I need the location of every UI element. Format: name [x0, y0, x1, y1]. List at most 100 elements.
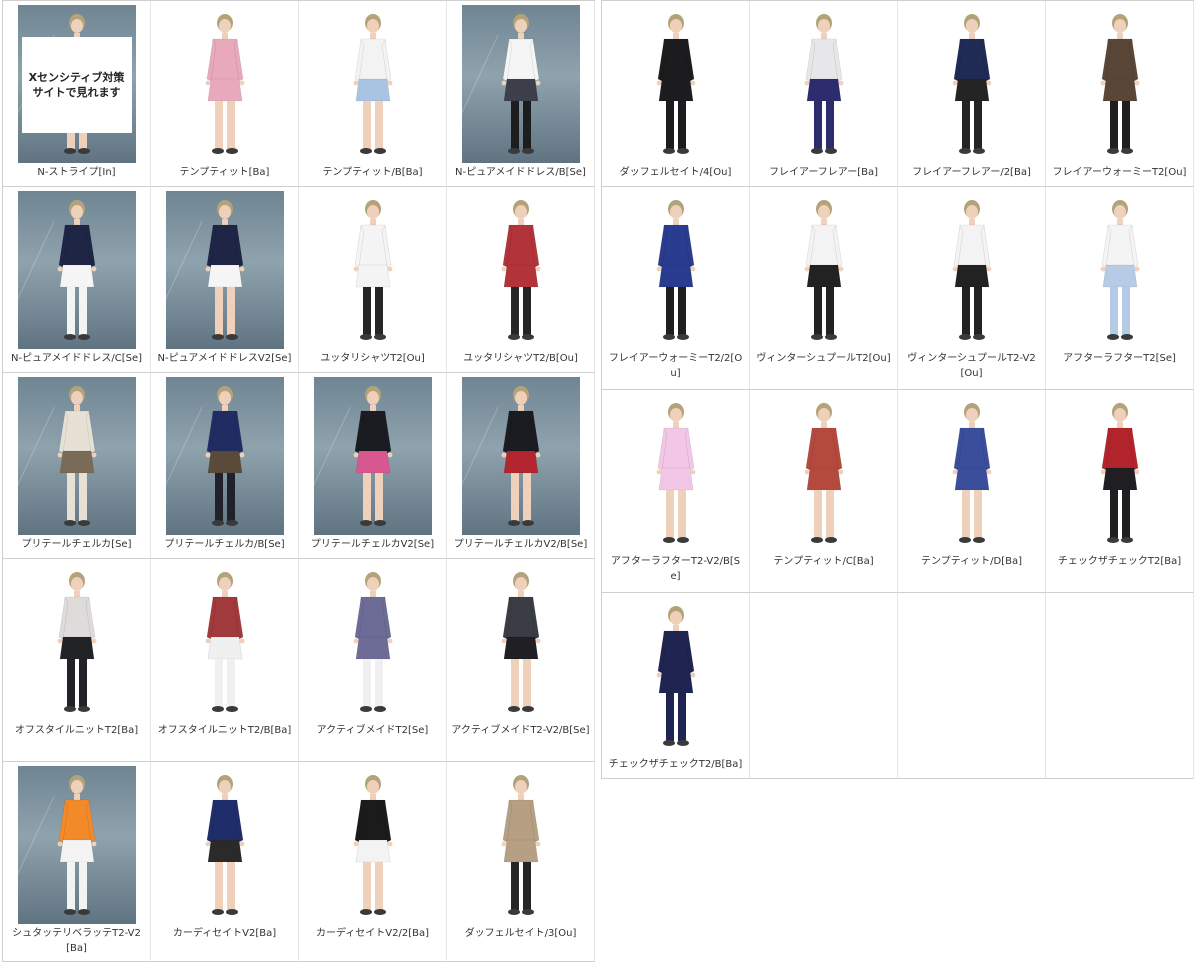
costume-cell[interactable]: プリテールチェルカ/B[Se] — [151, 373, 299, 559]
costume-thumbnail[interactable] — [165, 563, 284, 721]
costume-cell[interactable]: プリテールチェルカ[Se] — [3, 373, 151, 559]
costume-thumbnail[interactable]: Xセンシティブ対策 サイトで見れます — [17, 5, 136, 163]
costume-thumbnail[interactable] — [912, 191, 1031, 349]
costume-name: カーディセイトV2[Ba] — [172, 928, 277, 939]
costume-thumbnail[interactable] — [616, 5, 735, 163]
costume-cell[interactable]: フレイアーフレアー/2[Ba] — [898, 1, 1046, 187]
character-figure — [57, 572, 96, 712]
costume-thumbnail[interactable] — [17, 377, 136, 535]
costume-cell[interactable]: ユッタリシャツT2/B[Ou] — [447, 187, 595, 373]
character-figure — [804, 14, 843, 154]
costume-cell[interactable]: ダッフェルセイト/3[Ou] — [447, 762, 595, 962]
costume-name: フレイアーフレアー[Ba] — [769, 167, 878, 178]
character-figure — [501, 200, 540, 340]
costume-name: オフスタイルニットT2/B[Ba] — [157, 725, 292, 736]
costume-cell[interactable]: アフターラフターT2-V2/B[Se] — [602, 390, 750, 593]
costume-cell[interactable]: チェックザチェックT2[Ba] — [1046, 390, 1194, 593]
character-figure — [501, 572, 540, 712]
costume-name: N-ピュアメイドドレス/B[Se] — [455, 167, 586, 178]
costume-thumbnail[interactable] — [165, 377, 284, 535]
costume-thumbnail[interactable] — [17, 563, 136, 721]
character-figure — [656, 14, 695, 154]
costume-cell[interactable]: シュタッテリベラッテT2-V2[Ba] — [3, 762, 151, 962]
character-figure — [804, 403, 843, 543]
costume-cell[interactable]: ユッタリシャツT2[Ou] — [299, 187, 447, 373]
costume-cell[interactable]: アクティブメイドT2-V2/B[Se] — [447, 559, 595, 762]
costume-cell[interactable]: カーディセイトV2/2[Ba] — [299, 762, 447, 962]
costume-thumbnail[interactable] — [461, 563, 580, 721]
costume-cell[interactable]: N-ピュアメイドドレス/B[Se] — [447, 1, 595, 187]
costume-name: テンプティット/D[Ba] — [921, 556, 1022, 567]
costume-thumbnail[interactable] — [764, 5, 883, 163]
costume-cell[interactable]: ヴィンターシュプールT2-V2[Ou] — [898, 187, 1046, 390]
costume-thumbnail[interactable] — [616, 394, 735, 552]
character-figure — [205, 14, 244, 154]
costume-thumbnail[interactable] — [912, 5, 1031, 163]
costume-cell[interactable]: アフターラフターT2[Se] — [1046, 187, 1194, 390]
costume-cell[interactable]: N-ピュアメイドドレス/C[Se] — [3, 187, 151, 373]
costume-name: シュタッテリベラッテT2-V2[Ba] — [12, 928, 141, 954]
costume-name: カーディセイトV2/2[Ba] — [315, 928, 430, 939]
costume-cell[interactable]: ヴィンターシュプールT2[Ou] — [750, 187, 898, 390]
costume-thumbnail[interactable] — [165, 766, 284, 924]
costume-row: Xセンシティブ対策 サイトで見れます N-ストライプ[In] テンプティット[Ba… — [3, 1, 595, 187]
costume-thumbnail[interactable] — [1060, 5, 1179, 163]
costume-thumbnail[interactable] — [616, 191, 735, 349]
costume-thumbnail[interactable] — [1060, 394, 1179, 552]
costume-thumbnail[interactable] — [17, 766, 136, 924]
costume-name: N-ピュアメイドドレスV2[Se] — [157, 353, 292, 364]
costume-cell[interactable]: Xセンシティブ対策 サイトで見れます N-ストライプ[In] — [3, 1, 151, 187]
costume-thumbnail[interactable] — [313, 563, 432, 721]
costume-thumbnail[interactable] — [313, 377, 432, 535]
costume-row: N-ピュアメイドドレス/C[Se] N-ピュアメイドドレスV2[Se] ユッタリ… — [3, 187, 595, 373]
costume-cell[interactable]: テンプティット/C[Ba] — [750, 390, 898, 593]
costume-thumbnail[interactable] — [313, 5, 432, 163]
costume-thumbnail[interactable] — [17, 191, 136, 349]
costume-name: フレイアーウォーミーT2/2[Ou] — [608, 353, 743, 379]
costume-name: N-ピュアメイドドレス/C[Se] — [10, 353, 143, 364]
costume-cell[interactable]: プリテールチェルカV2[Se] — [299, 373, 447, 559]
costume-thumbnail[interactable] — [912, 394, 1031, 552]
costume-cell[interactable]: アクティブメイドT2[Se] — [299, 559, 447, 762]
costume-thumbnail[interactable] — [461, 377, 580, 535]
costume-name: アクティブメイドT2-V2/B[Se] — [451, 725, 590, 736]
character-figure — [205, 572, 244, 712]
costume-row: プリテールチェルカ[Se] プリテールチェルカ/B[Se] プリテールチェルカV… — [3, 373, 595, 559]
character-figure — [501, 14, 540, 154]
costume-cell[interactable]: フレイアーウォーミーT2/2[Ou] — [602, 187, 750, 390]
costume-thumbnail[interactable] — [461, 766, 580, 924]
costume-thumbnail[interactable] — [1060, 191, 1179, 349]
costume-name: フレイアーフレアー/2[Ba] — [912, 167, 1031, 178]
costume-cell[interactable]: オフスタイルニットT2/B[Ba] — [151, 559, 299, 762]
character-figure — [804, 200, 843, 340]
costume-name: ヴィンターシュプールT2-V2[Ou] — [907, 353, 1036, 379]
costume-thumbnail[interactable] — [616, 597, 735, 755]
costume-thumbnail[interactable] — [313, 766, 432, 924]
costume-cell[interactable]: N-ピュアメイドドレスV2[Se] — [151, 187, 299, 373]
character-figure — [57, 200, 96, 340]
character-figure — [353, 386, 392, 526]
costume-thumbnail[interactable] — [461, 191, 580, 349]
costume-thumbnail[interactable] — [165, 191, 284, 349]
costume-thumbnail[interactable] — [313, 191, 432, 349]
costume-thumbnail[interactable] — [764, 394, 883, 552]
costume-cell[interactable]: プリテールチェルカV2/B[Se] — [447, 373, 595, 559]
costume-name: テンプティット/C[Ba] — [773, 556, 874, 567]
costume-cell[interactable]: フレイアーウォーミーT2[Ou] — [1046, 1, 1194, 187]
costume-cell[interactable]: テンプティット/D[Ba] — [898, 390, 1046, 593]
costume-cell[interactable]: テンプティット/B[Ba] — [299, 1, 447, 187]
costume-cell[interactable]: ダッフェルセイト/4[Ou] — [602, 1, 750, 187]
costume-cell[interactable]: オフスタイルニットT2[Ba] — [3, 559, 151, 762]
costume-name: オフスタイルニットT2[Ba] — [14, 725, 139, 736]
costume-thumbnail[interactable] — [461, 5, 580, 163]
costume-name: アクティブメイドT2[Se] — [316, 725, 429, 736]
costume-row: アフターラフターT2-V2/B[Se] テンプティット/C[Ba] テンプティッ… — [602, 390, 1194, 593]
costume-thumbnail[interactable] — [764, 191, 883, 349]
costume-cell[interactable]: チェックザチェックT2/B[Ba] — [602, 593, 750, 779]
costume-thumbnail[interactable] — [165, 5, 284, 163]
costume-cell[interactable]: テンプティット[Ba] — [151, 1, 299, 187]
costume-cell[interactable]: カーディセイトV2[Ba] — [151, 762, 299, 962]
costume-cell[interactable]: フレイアーフレアー[Ba] — [750, 1, 898, 187]
costume-name: チェックザチェックT2/B[Ba] — [608, 759, 743, 770]
costume-name: プリテールチェルカ/B[Se] — [164, 539, 285, 550]
